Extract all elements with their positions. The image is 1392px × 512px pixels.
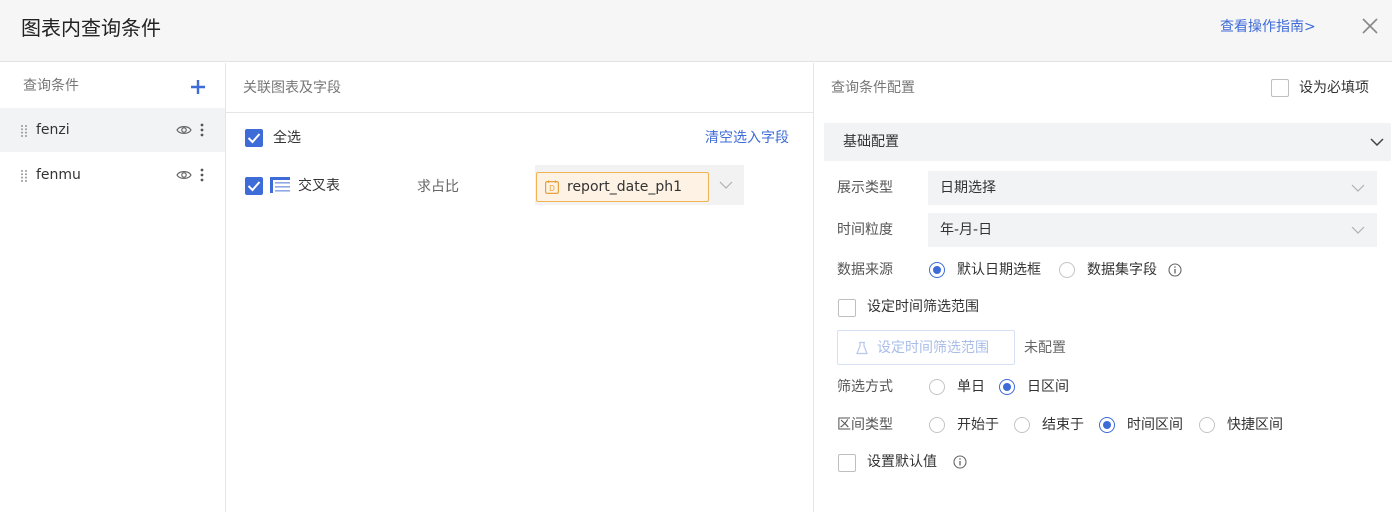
field-tag[interactable]: D report_date_ph1 [536,172,709,202]
radio-single-day-label[interactable]: 单日 [957,377,985,397]
required-label[interactable]: 设为必填项 [1299,78,1369,98]
radio-start-from[interactable] [929,417,945,433]
date-field-icon: D [545,180,559,194]
time-range-checkbox[interactable] [838,299,856,317]
condition-name: fenmu [36,167,81,183]
filter-icon [856,341,868,355]
chevron-down-icon [719,181,733,189]
required-checkbox[interactable] [1271,79,1289,97]
eye-icon[interactable] [176,168,192,182]
info-icon[interactable] [953,455,967,469]
radio-day-range[interactable] [999,379,1015,395]
field-select[interactable]: D report_date_ph1 [535,165,744,205]
more-vertical-icon[interactable] [198,167,206,183]
granularity-label: 时间粒度 [837,222,893,238]
add-condition-icon[interactable] [188,77,208,97]
eye-icon[interactable] [176,123,192,137]
condition-list-panel: 查询条件 fenzi fenmu [0,63,226,512]
condition-name: fenzi [36,122,70,138]
divider [226,112,814,113]
default-value-label[interactable]: 设置默认值 [867,452,937,472]
radio-dataset-field[interactable] [1059,262,1075,278]
range-type-label: 区间类型 [837,417,893,433]
basic-config-section[interactable]: 基础配置 [824,123,1391,161]
svg-text:D: D [549,184,555,193]
display-type-value: 日期选择 [940,180,996,196]
config-panel-title: 查询条件配置 [831,80,915,96]
drag-handle-icon[interactable] [20,124,28,138]
radio-quick-range-label[interactable]: 快捷区间 [1227,415,1283,435]
crosstab-icon [270,177,290,193]
clear-fields-link[interactable]: 清空选入字段 [705,128,789,148]
chart-checkbox[interactable] [245,177,263,195]
display-type-select[interactable]: 日期选择 [928,171,1377,205]
set-time-range-button[interactable]: 设定时间筛选范围 [837,330,1015,365]
more-vertical-icon[interactable] [198,122,206,138]
radio-single-day[interactable] [929,379,945,395]
guide-link[interactable]: 查看操作指南> [1220,17,1316,37]
radio-day-range-label[interactable]: 日区间 [1027,377,1069,397]
condition-item[interactable]: fenzi [0,108,225,152]
dialog-header: 图表内查询条件 查看操作指南> [0,0,1392,62]
default-value-checkbox[interactable] [838,454,856,472]
radio-default-date[interactable] [929,262,945,278]
chevron-down-icon [1351,184,1365,192]
condition-list-title: 查询条件 [23,78,79,94]
display-type-label: 展示类型 [837,180,893,196]
select-all-checkbox[interactable] [245,129,263,147]
linked-charts-panel: 关联图表及字段 全选 清空选入字段 交叉表 求占比 D report_date_… [226,63,814,512]
granularity-value: 年-月-日 [940,222,993,238]
chart-metric: 求占比 [417,179,459,195]
granularity-select[interactable]: 年-月-日 [928,213,1377,247]
time-range-label[interactable]: 设定时间筛选范围 [867,297,979,317]
radio-dataset-field-label[interactable]: 数据集字段 [1087,260,1157,280]
select-all-label[interactable]: 全选 [273,128,301,148]
drag-handle-icon[interactable] [20,169,28,183]
radio-time-range-label[interactable]: 时间区间 [1127,415,1183,435]
chart-name: 交叉表 [298,178,340,194]
data-source-label: 数据来源 [837,262,893,278]
query-condition-dialog: 图表内查询条件 查看操作指南> 查询条件 fenzi fenmu 关联图表及字段… [0,0,1392,512]
condition-item[interactable]: fenmu [0,153,225,197]
filter-mode-label: 筛选方式 [837,379,893,395]
section-title: 基础配置 [843,134,899,150]
time-range-status: 未配置 [1024,340,1066,356]
close-icon[interactable] [1358,14,1382,38]
linked-panel-title: 关联图表及字段 [243,80,341,96]
chevron-down-icon [1370,138,1384,146]
radio-end-at-label[interactable]: 结束于 [1042,415,1084,435]
info-icon[interactable] [1168,263,1182,277]
condition-config-panel: 查询条件配置 设为必填项 基础配置 展示类型 日期选择 时间粒度 年-月-日 数… [814,63,1392,512]
radio-time-range[interactable] [1099,417,1115,433]
radio-start-from-label[interactable]: 开始于 [957,415,999,435]
chevron-down-icon [1351,226,1365,234]
dialog-title: 图表内查询条件 [21,16,161,40]
radio-default-date-label[interactable]: 默认日期选框 [957,260,1041,280]
set-time-range-button-label: 设定时间筛选范围 [877,340,989,356]
field-tag-label: report_date_ph1 [567,179,682,195]
radio-end-at[interactable] [1014,417,1030,433]
radio-quick-range[interactable] [1199,417,1215,433]
